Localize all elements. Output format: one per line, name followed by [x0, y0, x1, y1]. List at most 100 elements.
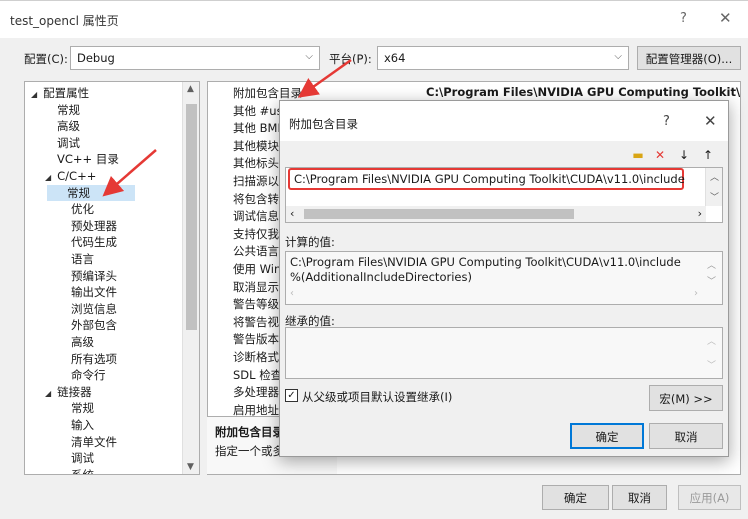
- scroll-up-icon[interactable]: ︿: [707, 258, 716, 271]
- tree-item[interactable]: 外部包含: [71, 317, 117, 333]
- tree-item[interactable]: 系统: [71, 467, 94, 475]
- property-row[interactable]: 其他标头: [233, 155, 279, 171]
- scroll-thumb[interactable]: [186, 104, 197, 330]
- dialog-ok-button[interactable]: 确定: [570, 423, 644, 449]
- config-label: 配置(C):: [24, 52, 68, 66]
- tree-item[interactable]: 浏览信息: [71, 301, 117, 317]
- tree-item-label: 系统: [71, 467, 94, 475]
- inherit-checkbox[interactable]: ✓: [285, 389, 298, 402]
- config-value: Debug: [77, 51, 115, 65]
- delete-icon[interactable]: ✕: [650, 145, 670, 165]
- directory-list[interactable]: C:\Program Files\NVIDIA GPU Computing To…: [285, 167, 723, 223]
- tree-item[interactable]: 预编译头: [71, 268, 117, 284]
- tree-item-label: 链接器: [57, 384, 92, 399]
- cancel-button[interactable]: 取消: [612, 485, 667, 510]
- property-row[interactable]: 其他 BMI: [233, 120, 281, 136]
- tree-item[interactable]: 代码生成: [71, 234, 117, 250]
- tree-item[interactable]: 调试: [71, 450, 94, 466]
- expand-triangle-icon[interactable]: ◢: [45, 389, 51, 398]
- property-row[interactable]: 支持仅我: [233, 226, 279, 242]
- property-row[interactable]: SDL 检查: [233, 367, 282, 383]
- property-row[interactable]: 将包含转: [233, 191, 279, 207]
- dialog-cancel-button[interactable]: 取消: [649, 423, 723, 449]
- scroll-right-icon[interactable]: ›: [698, 207, 702, 220]
- expand-triangle-icon[interactable]: ◢: [45, 173, 51, 182]
- tree-item[interactable]: 清单文件: [71, 434, 117, 450]
- tree-item[interactable]: 所有选项: [71, 351, 117, 367]
- property-row[interactable]: 将警告视: [233, 314, 279, 330]
- list-hscroll[interactable]: ‹ ›: [286, 206, 706, 222]
- tree-item-label: 预编译头: [71, 268, 117, 283]
- property-row[interactable]: 调试信息: [233, 208, 279, 224]
- property-row[interactable]: 其他 #usi: [233, 103, 286, 119]
- scroll-up-icon[interactable]: ▲: [187, 84, 194, 94]
- property-row[interactable]: 诊断格式: [233, 349, 279, 365]
- property-row[interactable]: 其他模块: [233, 138, 279, 154]
- directory-entry[interactable]: C:\Program Files\NVIDIA GPU Computing To…: [294, 172, 685, 186]
- tree-item[interactable]: 语言: [71, 251, 94, 267]
- dialog-help-button[interactable]: ?: [663, 114, 670, 129]
- scroll-right-icon[interactable]: ›: [694, 288, 698, 299]
- ok-button[interactable]: 确定: [542, 485, 609, 510]
- property-row[interactable]: 多处理器: [233, 384, 279, 400]
- property-row[interactable]: 公共语言: [233, 243, 279, 259]
- config-manager-button[interactable]: 配置管理器(O)...: [637, 46, 741, 70]
- apply-button[interactable]: 应用(A): [678, 485, 741, 510]
- inherit-checkbox-label[interactable]: 从父级或项目默认设置继承(I): [302, 389, 452, 405]
- list-toolbar: ▬ ✕ ↓ ↑: [628, 145, 720, 165]
- help-button[interactable]: ?: [680, 11, 687, 26]
- tree-item[interactable]: 常规: [71, 400, 94, 416]
- macros-button[interactable]: 宏(M) >>: [649, 385, 723, 411]
- tree-scrollbar[interactable]: ▲ ▼: [182, 82, 199, 474]
- tree-item[interactable]: 高级: [57, 118, 80, 134]
- tree-item[interactable]: 优化: [71, 201, 94, 217]
- tree-item[interactable]: 常规: [57, 102, 80, 118]
- scroll-up-icon[interactable]: ︿: [710, 170, 719, 183]
- tree-item[interactable]: 调试: [57, 135, 80, 151]
- close-button[interactable]: ✕: [719, 9, 732, 27]
- property-row[interactable]: 使用 Win: [233, 261, 281, 277]
- property-row[interactable]: 取消显示: [233, 279, 279, 295]
- property-tree[interactable]: ◢ 配置属性 常规 高级 调试 VC++ 目录 ◢ C/C++ 常规 优化 预处理器 代码生成 语言 预编…: [24, 81, 200, 475]
- scroll-up-icon[interactable]: ︿: [707, 334, 716, 347]
- config-select[interactable]: Debug ⌵: [70, 46, 320, 70]
- scroll-left-icon[interactable]: ‹: [290, 288, 294, 299]
- tree-item-label: 预处理器: [71, 218, 117, 233]
- scroll-down-icon[interactable]: ﹀: [707, 358, 716, 371]
- scroll-left-icon[interactable]: ‹: [290, 207, 294, 220]
- tree-item-label: 清单文件: [71, 434, 117, 449]
- tree-item-label: 常规: [57, 102, 80, 117]
- property-row[interactable]: 警告版本: [233, 331, 279, 347]
- property-row[interactable]: 附加包含目录: [233, 85, 302, 101]
- tree-item[interactable]: 常规: [47, 184, 135, 201]
- tree-item[interactable]: 输出文件: [71, 284, 117, 300]
- tree-item-label: 浏览信息: [71, 301, 117, 316]
- tree-item[interactable]: 输入: [71, 417, 94, 433]
- tree-item[interactable]: 预处理器: [71, 218, 117, 234]
- tree-item[interactable]: ◢ C/C++: [45, 168, 96, 184]
- tree-item[interactable]: 高级: [71, 334, 94, 350]
- scroll-down-icon[interactable]: ▼: [187, 462, 194, 472]
- tree-item[interactable]: ◢ 配置属性: [31, 85, 89, 101]
- property-row[interactable]: 警告等级: [233, 296, 279, 312]
- tree-item[interactable]: ◢ 链接器: [45, 384, 92, 400]
- chevron-down-icon: ⌵: [614, 51, 622, 62]
- tree-item[interactable]: VC++ 目录: [57, 151, 119, 167]
- dialog-close-button[interactable]: ✕: [704, 112, 717, 130]
- tree-item-label: 命令行: [71, 368, 106, 383]
- new-folder-icon[interactable]: ▬: [628, 145, 648, 165]
- move-up-icon[interactable]: ↑: [698, 145, 718, 165]
- expand-triangle-icon[interactable]: ◢: [31, 90, 37, 99]
- scroll-down-icon[interactable]: ﹀: [710, 190, 719, 203]
- hscroll-thumb[interactable]: [304, 209, 574, 219]
- tree-item-label: 输入: [71, 418, 94, 432]
- evaluated-values: C:\Program Files\NVIDIA GPU Computing To…: [285, 251, 723, 305]
- evaluated-line: C:\Program Files\NVIDIA GPU Computing To…: [290, 255, 681, 269]
- tree-item[interactable]: 命令行: [71, 367, 106, 383]
- platform-select[interactable]: x64 ⌵: [377, 46, 629, 70]
- property-row[interactable]: 扫描源以: [233, 173, 279, 189]
- list-vscroll[interactable]: ︿ ﹀: [705, 168, 722, 206]
- scroll-down-icon[interactable]: ﹀: [707, 274, 716, 287]
- move-down-icon[interactable]: ↓: [674, 145, 694, 165]
- tree-item-label: 代码生成: [71, 235, 117, 250]
